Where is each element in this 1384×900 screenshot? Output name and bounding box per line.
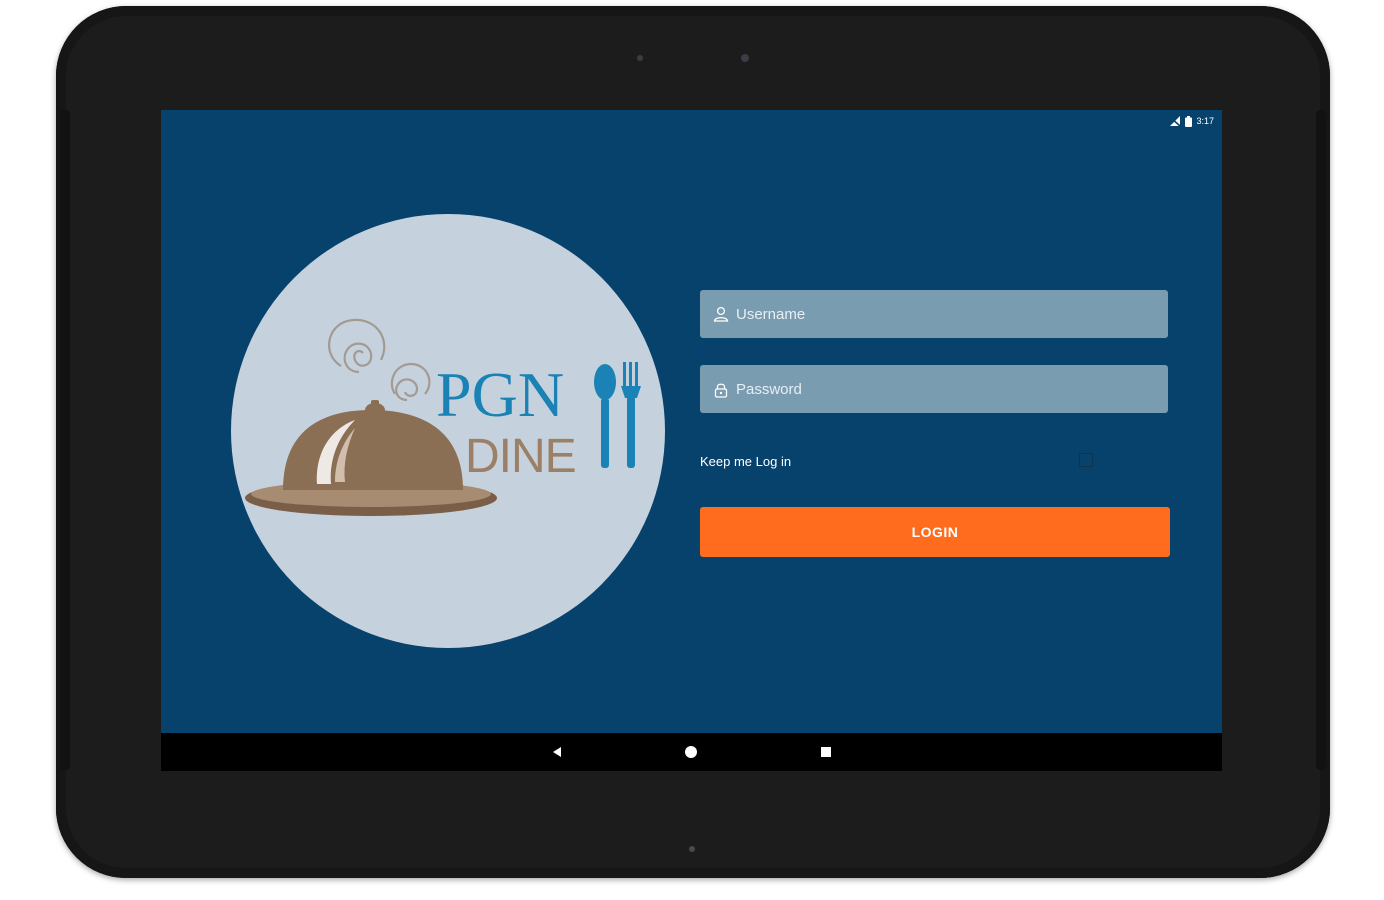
bottom-microphone-icon [689,846,695,852]
keep-logged-in-label: Keep me Log in [700,454,792,469]
back-triangle-icon [553,747,561,757]
navigation-bar [161,733,1222,771]
password-field[interactable] [700,365,1168,413]
signal-off-icon [1169,115,1182,127]
username-input[interactable] [730,290,1168,338]
app-logo: PGN DINE [231,214,665,648]
recents-square-icon [821,747,831,757]
username-field[interactable] [700,290,1168,338]
sensor-icon [637,55,643,61]
logo-pgn-text: PGN [436,359,564,430]
password-input[interactable] [730,365,1168,413]
app-screen: 3:17 PGN DINE Username Keep me Log in LO… [161,110,1222,771]
battery-icon [1185,115,1193,127]
keep-logged-in-row: Keep me Log in [700,451,1168,473]
user-icon [712,305,730,323]
status-time: 3:17 [1196,116,1214,126]
login-button[interactable]: LOGIN [700,507,1170,557]
left-side-rail [60,110,70,770]
front-camera-icon [741,54,749,62]
home-circle-icon [685,746,697,758]
spoon-fork-icon [594,362,641,468]
lock-icon [712,380,730,398]
logo-dine-text: DINE [465,430,576,483]
pgn-dine-logo-graphic: PGN DINE [245,318,641,516]
back-button[interactable] [537,733,577,771]
steam-swirl-icon [328,318,431,402]
keep-logged-in-checkbox[interactable] [1079,453,1093,467]
home-button[interactable] [671,733,711,771]
status-bar: 3:17 [1169,114,1214,128]
recents-button[interactable] [806,733,846,771]
right-side-rail [1316,110,1326,770]
